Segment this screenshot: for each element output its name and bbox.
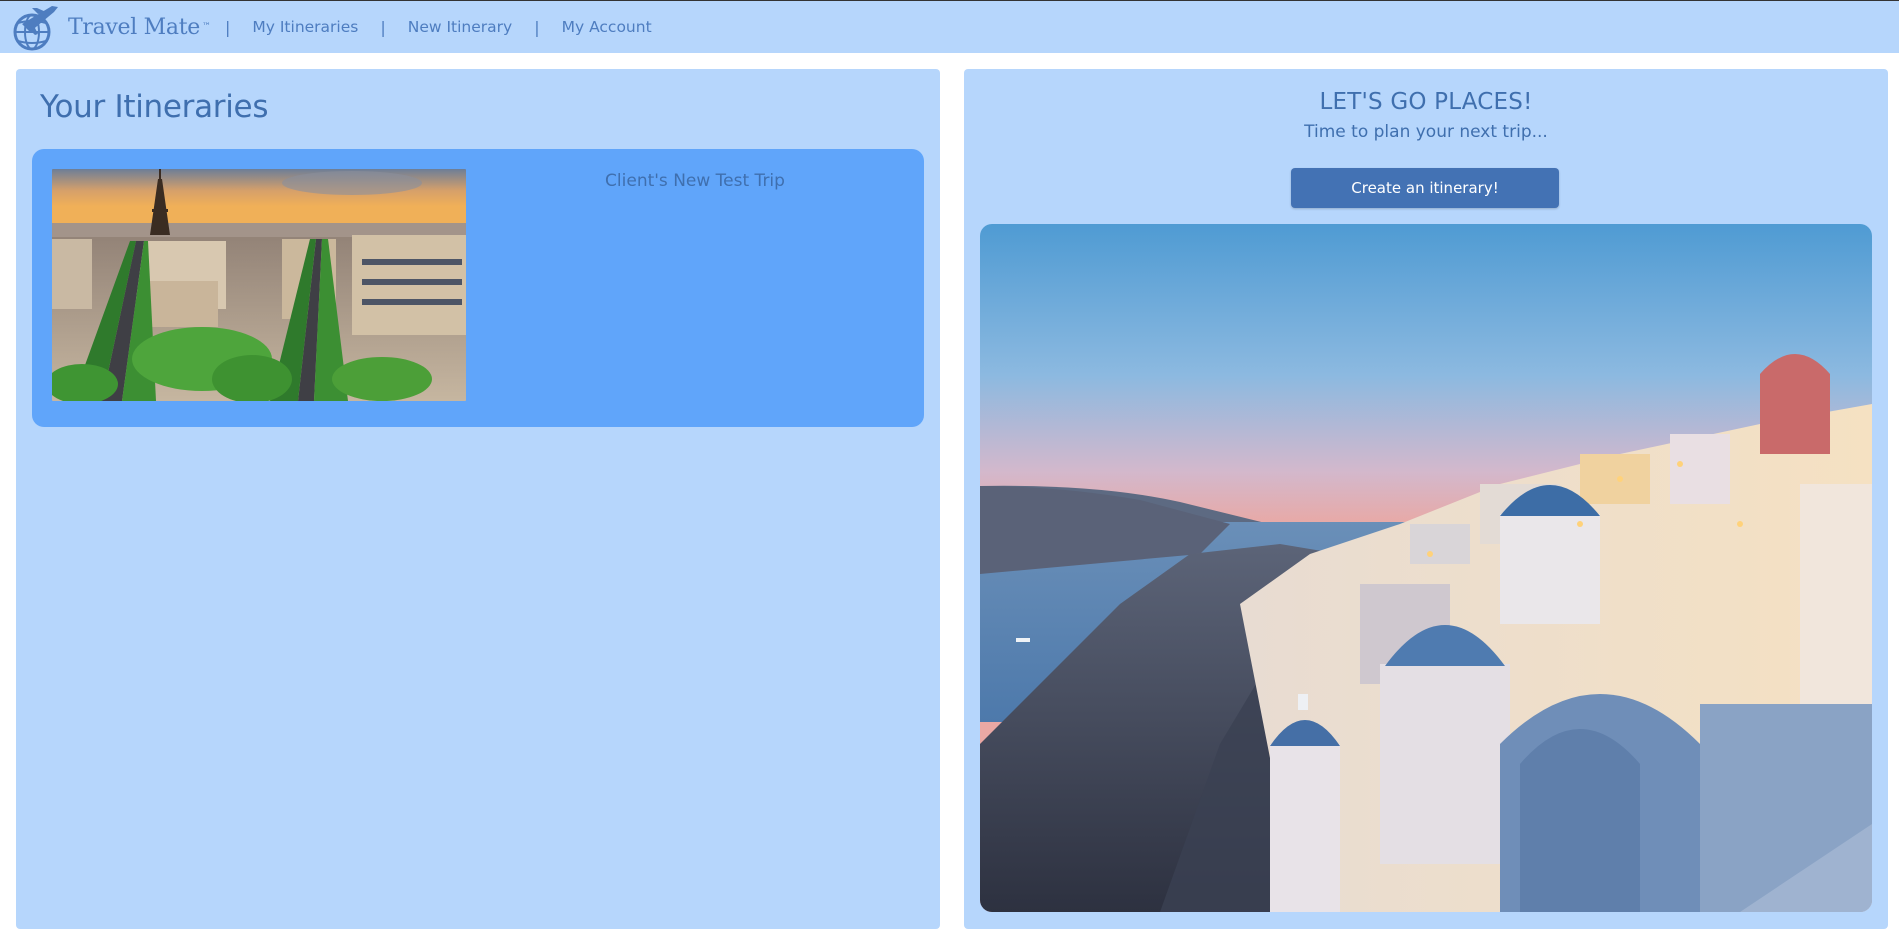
nav-separator: | — [380, 17, 386, 37]
brand-home-link[interactable]: Travel Mate ™ — [8, 1, 211, 54]
itinerary-card[interactable]: Client's New Test Trip — [32, 149, 924, 427]
santorini-sunset-photo — [980, 224, 1872, 912]
promo-subheading: Time to plan your next trip... — [1304, 122, 1548, 142]
nav-separator: | — [225, 17, 231, 37]
brand-name: Travel Mate — [68, 14, 200, 40]
trademark-symbol: ™ — [202, 22, 211, 32]
create-itinerary-button[interactable]: Create an itinerary! — [1291, 168, 1559, 208]
promo-heading: LET'S GO PLACES! — [1319, 89, 1533, 115]
itineraries-title: Your Itineraries — [40, 89, 269, 125]
nav-link-my-account[interactable]: My Account — [562, 18, 652, 36]
top-nav-bar: Travel Mate ™ | My Itineraries | New Itin… — [0, 0, 1899, 53]
nav-link-new-itinerary[interactable]: New Itinerary — [408, 18, 512, 36]
globe-airplane-logo-icon — [13, 6, 58, 51]
nav-link-my-itineraries[interactable]: My Itineraries — [252, 18, 358, 36]
itineraries-panel: Your Itineraries Client's New Test Trip — [16, 69, 940, 929]
promo-panel: LET'S GO PLACES! Time to plan your next … — [964, 69, 1888, 929]
nav-separator: | — [534, 17, 540, 37]
itinerary-name: Client's New Test Trip — [605, 171, 785, 191]
paris-eiffel-tower-photo — [52, 169, 466, 401]
